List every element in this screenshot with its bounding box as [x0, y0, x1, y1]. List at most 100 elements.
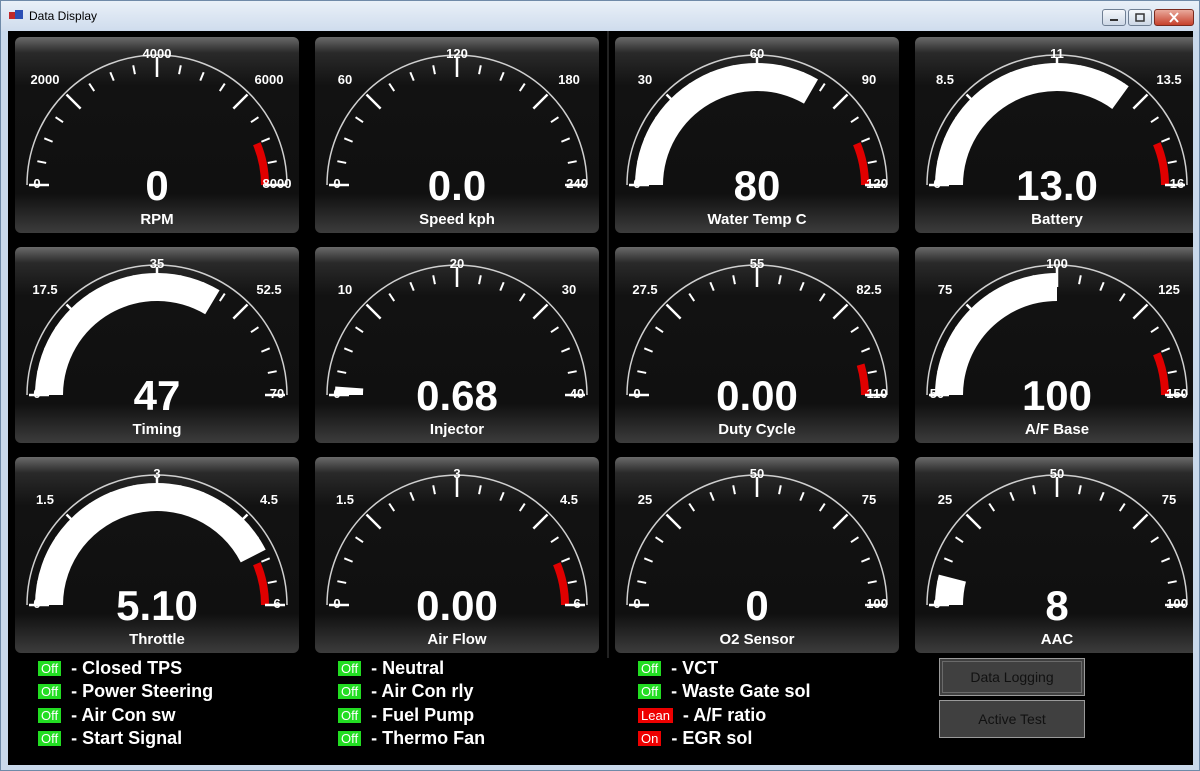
- gauge-o2-sensor-value: 0: [745, 582, 768, 629]
- gauge-battery-tick-label: 8.5: [936, 72, 954, 87]
- gauge-speed-kph-tick-label: 0: [333, 176, 340, 191]
- gauge-water-temp-c-tick-label: 120: [866, 176, 888, 191]
- gauge-throttle-value: 5.10: [116, 582, 198, 629]
- gauge-rpm-value: 0: [145, 162, 168, 209]
- indicator-egr-sol-status-badge: On: [638, 731, 662, 746]
- gauge-duty-cycle-tick-label: 110: [867, 386, 888, 401]
- gauge-panel: 020004000600080000RPM0601201802400.0Spee…: [15, 31, 1193, 658]
- gauge-speed-kph-tick-label: 120: [446, 46, 468, 61]
- gauge-aac-tick-label: 25: [938, 492, 952, 507]
- indicator-a-f-ratio-status-badge: Lean: [638, 707, 673, 723]
- indicator-closed-tps-label: - Closed TPS: [71, 657, 183, 678]
- minimize-button[interactable]: [1102, 9, 1126, 26]
- gauge-duty-cycle-value: 0.00: [716, 372, 798, 419]
- gauge-o2-sensor-tick-label: 75: [862, 492, 876, 507]
- gauge-timing-tick-label: 70: [270, 386, 284, 401]
- gauge-duty-cycle-tick-label: 55: [750, 256, 764, 271]
- gauge-battery-label: Battery: [1031, 211, 1083, 228]
- indicator-power-steering-label: - Power Steering: [71, 681, 214, 701]
- gauge-throttle-tick-label: 1.5: [36, 492, 54, 507]
- indicator-neutral: Off - Neutral: [338, 657, 444, 679]
- app-icon: [9, 10, 23, 19]
- gauge-throttle-tick-label: 6: [273, 596, 280, 611]
- indicator-start-signal-status-badge: Off: [38, 731, 62, 746]
- window-title: Data Display: [29, 9, 98, 23]
- gauge-injector-tick-label: 20: [450, 256, 464, 271]
- gauge-a-f-base-tick-label: 50: [930, 386, 944, 401]
- gauge-aac-tick-label: 100: [1166, 596, 1188, 611]
- gauge-throttle-tick-label: 3: [153, 466, 160, 481]
- gauge-air-flow-tick-label: 0: [333, 596, 340, 611]
- gauge-air-flow-label: Air Flow: [427, 631, 486, 648]
- gauge-a-f-base: 50 75 100 125 150 100 A/F Base: [915, 247, 1193, 443]
- indicator-power-steering: Off - Power Steering: [38, 681, 213, 703]
- indicator-fuel-pump-status-badge: Off: [338, 707, 362, 723]
- close-button[interactable]: [1154, 9, 1194, 26]
- gauge-battery: 6 8.5 11 13.5 16 13.0 Battery: [915, 37, 1193, 233]
- gauge-battery-value: 13.0: [1016, 162, 1098, 209]
- gauge-aac-label: AAC: [1041, 631, 1074, 648]
- gauge-aac: 0 25 50 75 100 8 AAC: [915, 457, 1193, 653]
- gauge-timing-tick-label: 35: [150, 256, 164, 271]
- gauge-air-flow-value: 0.00: [416, 582, 498, 629]
- indicator-closed-tps-status-badge: Off: [38, 660, 62, 676]
- active-test-button[interactable]: Active Test: [939, 700, 1085, 738]
- gauge-rpm-tick-label: 8000: [263, 176, 292, 191]
- indicator-waste-gate-sol-label: - Waste Gate sol: [671, 681, 811, 701]
- indicator-start-signal-label: - Start Signal: [71, 728, 183, 748]
- indicator-power-steering-status-badge: Off: [38, 684, 62, 699]
- data-display-window: Data Display 0 20 0 0 40 0 0 6000 8000 0 RPM 0 60: [0, 0, 1200, 771]
- gauge-timing-tick-label: 17.5: [32, 282, 57, 297]
- indicator-air-con-rly-status-badge: Off: [338, 684, 362, 699]
- gauge-a-f-base-tick-label: 75: [938, 282, 952, 297]
- gauge-water-temp-c: 0 30 60 90 120 80 Water Temp C: [615, 37, 899, 233]
- gauge-rpm-tick-label: 6000: [255, 72, 284, 87]
- gauge-water-temp-c-value: 80: [734, 162, 781, 209]
- gauge-duty-cycle-tick-label: 0: [633, 386, 640, 401]
- indicator-air-con-sw-status-badge: Off: [38, 707, 62, 723]
- gauge-battery-tick-label: 11: [1050, 46, 1064, 61]
- indicator-closed-tps: Off - Closed TPS: [38, 657, 182, 679]
- gauge-o2-sensor: 0 25 50 75 100 0 O2 Sensor: [615, 457, 899, 653]
- indicator-waste-gate-sol-status-badge: Off: [638, 684, 662, 699]
- indicator-air-con-rly: Off - Air Con rly: [338, 681, 473, 703]
- gauge-duty-cycle-tick-label: 82.5: [856, 282, 881, 297]
- gauge-rpm-label: RPM: [140, 211, 173, 228]
- gauge-air-flow: 0 1.5 3 4.5 6 0.00 Air Flow: [315, 457, 599, 653]
- gauge-air-flow-tick-label: 6: [573, 596, 580, 611]
- minimize-icon: [1110, 19, 1118, 21]
- gauge-water-temp-c-tick-label: 0: [633, 176, 640, 191]
- title-bar[interactable]: Data Display: [1, 1, 1199, 31]
- data-logging-button[interactable]: Data Logging: [939, 658, 1085, 696]
- indicator-a-f-ratio: Lean - A/F ratio: [638, 704, 766, 726]
- indicator-thermo-fan-status-badge: Off: [338, 731, 362, 746]
- close-icon: [1169, 12, 1179, 23]
- gauge-water-temp-c-tick-label: 90: [862, 72, 876, 87]
- gauge-speed-kph-tick-label: 240: [566, 176, 588, 191]
- gauge-timing: 0 17.5 35 52.5 70 47 Timing: [15, 247, 299, 443]
- gauge-battery-tick-label: 13.5: [1156, 72, 1181, 87]
- gauge-a-f-base-tick-label: 100: [1046, 256, 1068, 271]
- gauge-timing-label: Timing: [133, 421, 182, 438]
- gauge-throttle-label: Throttle: [129, 631, 185, 648]
- indicator-start-signal: Off - Start Signal: [38, 728, 182, 750]
- gauge-aac-value: 8: [1045, 582, 1068, 629]
- gauge-a-f-base-label: A/F Base: [1025, 421, 1089, 438]
- indicator-a-f-ratio-label: - A/F ratio: [682, 704, 767, 725]
- indicator-thermo-fan: Off - Thermo Fan: [338, 728, 485, 750]
- maximize-button[interactable]: [1128, 9, 1152, 26]
- gauge-speed-kph-tick-label: 180: [558, 72, 580, 87]
- gauge-rpm: 0 2000 4000 6000 8000 0 RPM: [15, 37, 299, 233]
- gauge-injector-value: 0.68: [416, 372, 498, 419]
- gauge-o2-sensor-tick-label: 50: [750, 466, 764, 481]
- gauge-air-flow-tick-label: 4.5: [560, 492, 578, 507]
- gauge-injector: 0 10 20 30 40 0.68 Injector: [315, 247, 599, 443]
- gauge-water-temp-c-label: Water Temp C: [707, 211, 806, 228]
- gauge-injector-tick-label: 40: [570, 386, 584, 401]
- gauge-speed-kph: 0 60 120 180 240 0.0 Speed kph: [315, 37, 599, 233]
- gauge-duty-cycle-label: Duty Cycle: [718, 421, 796, 438]
- gauge-injector-label: Injector: [430, 421, 484, 438]
- gauge-rpm-tick-label: 0: [33, 176, 40, 191]
- gauge-water-temp-c-tick-label: 60: [750, 46, 764, 61]
- indicator-vct: Off - VCT: [638, 657, 718, 679]
